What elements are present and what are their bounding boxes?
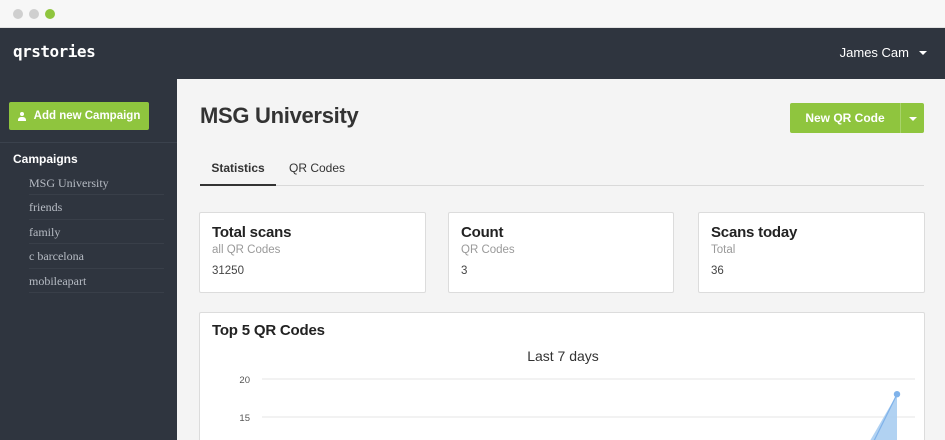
top-qr-codes-panel: Top 5 QR Codes Last 7 days 20 15 <box>199 312 925 440</box>
card-title: Scans today <box>711 224 798 241</box>
tab-statistics[interactable]: Statistics <box>200 153 276 186</box>
campaign-item[interactable]: family <box>29 220 164 245</box>
new-qr-code-button[interactable]: New QR Code <box>790 103 924 133</box>
campaign-list: MSG University friends family c barcelon… <box>29 171 164 293</box>
y-tick-label: 20 <box>239 375 250 386</box>
new-qr-dropdown-toggle[interactable] <box>901 103 924 133</box>
campaign-item[interactable]: friends <box>29 195 164 220</box>
campaign-item[interactable]: MSG University <box>29 171 164 196</box>
chevron-down-icon <box>908 116 917 121</box>
stat-card-scans-today: Scans today Total 36 <box>698 212 925 293</box>
add-campaign-button[interactable]: Add new Campaign <box>9 102 149 130</box>
tab-qr-codes[interactable]: QR Codes <box>289 153 345 186</box>
user-name: James Cam <box>839 45 909 60</box>
card-title: Count <box>461 224 504 241</box>
card-subtitle: Total <box>711 244 736 256</box>
card-subtitle: QR Codes <box>461 244 515 256</box>
card-title: Total scans <box>212 224 292 241</box>
sidebar-divider <box>0 142 177 143</box>
card-value: 36 <box>711 265 724 277</box>
add-campaign-label: Add new Campaign <box>33 110 141 122</box>
chevron-down-icon <box>919 51 927 55</box>
card-subtitle: all QR Codes <box>212 244 281 256</box>
window-minimize-dot[interactable] <box>29 9 39 19</box>
main-content: MSG University New QR Code Statistics QR… <box>177 79 945 440</box>
card-value: 31250 <box>212 265 244 277</box>
tab-bar: Statistics QR Codes <box>200 153 924 186</box>
window-maximize-dot[interactable] <box>45 9 55 19</box>
stat-card-total-scans: Total scans all QR Codes 31250 <box>199 212 426 293</box>
chart-title: Last 7 days <box>527 348 599 364</box>
page-title: MSG University <box>200 103 359 128</box>
user-menu[interactable]: James Cam <box>840 45 927 60</box>
sidebar: Add new Campaign Campaigns MSG Universit… <box>0 79 177 440</box>
window-close-dot[interactable] <box>13 9 23 19</box>
window-titlebar <box>0 0 945 28</box>
card-value: 3 <box>461 265 468 277</box>
top-navbar: qrstories James Cam <box>0 28 945 79</box>
campaigns-heading: Campaigns <box>13 152 78 166</box>
campaign-item[interactable]: c barcelona <box>29 244 164 269</box>
campaign-item[interactable]: mobileapart <box>29 269 164 293</box>
new-qr-code-label: New QR Code <box>805 111 885 125</box>
stat-card-count: Count QR Codes 3 <box>448 212 674 293</box>
user-icon <box>17 111 26 121</box>
data-point <box>893 391 901 398</box>
y-tick-label: 15 <box>239 413 250 424</box>
scans-chart: Last 7 days 20 15 <box>239 348 915 440</box>
brand-logo[interactable]: qrstories <box>13 42 96 61</box>
